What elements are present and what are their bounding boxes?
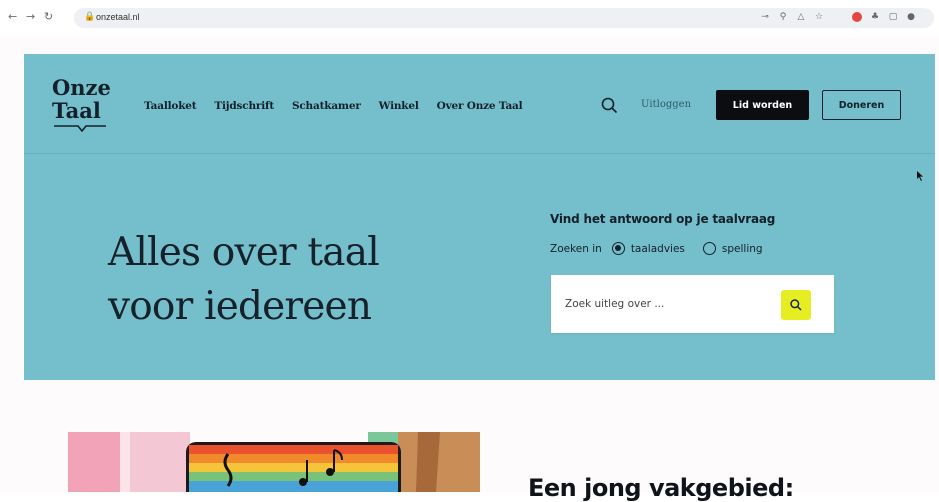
nav-winkel[interactable]: Winkel (379, 100, 419, 112)
puzzle-icon[interactable]: ♣ (870, 12, 880, 22)
radio-taaladvies[interactable] (611, 242, 625, 255)
share-icon[interactable]: △ (796, 12, 806, 22)
radio-spelling[interactable] (702, 242, 716, 255)
profile-icon[interactable]: ● (906, 12, 916, 22)
radio-taaladvies-label[interactable]: taaladvies (631, 243, 685, 255)
nav-schatkamer[interactable]: Schatkamer (292, 100, 361, 112)
zoom-icon[interactable]: ⚲ (778, 12, 788, 22)
logo-underline-icon (54, 125, 106, 132)
search-icon (790, 299, 802, 311)
member-button[interactable]: Lid worden (716, 90, 809, 120)
search-in-label: Zoeken in (550, 242, 602, 255)
reload-icon[interactable]: ↻ (44, 11, 53, 23)
search-scope: Zoeken in taaladvies spelling (550, 242, 781, 255)
nav-tijdschrift[interactable]: Tijdschrift (214, 100, 274, 112)
nav-over-onze-taal[interactable]: Over Onze Taal (437, 100, 523, 112)
lock-icon: 🔒 (84, 12, 96, 22)
logo-line-1: Onze (52, 75, 111, 100)
address-url: onzetaal.nl (96, 12, 140, 22)
site-logo[interactable]: Onze Taal (52, 76, 122, 142)
page: Onze Taal Taalloket Tijdschrift Schatkam… (0, 38, 939, 492)
main-nav: Taalloket Tijdschrift Schatkamer Winkel … (144, 100, 523, 112)
radio-spelling-label[interactable]: spelling (722, 243, 763, 255)
key-icon[interactable]: ⊸ (760, 12, 770, 22)
sidepanel-icon[interactable]: ▢ (888, 12, 898, 22)
article-title: Een jong vakgebied: (528, 474, 794, 502)
search-title: Vind het antwoord op je taalvraag (550, 212, 776, 226)
search-box (551, 275, 834, 333)
header-divider (24, 153, 935, 154)
back-icon[interactable]: ← (8, 11, 17, 23)
forward-icon[interactable]: → (26, 11, 35, 23)
headline-line-1: Alles over taal (108, 230, 380, 275)
search-submit-button[interactable] (781, 290, 811, 320)
logout-link[interactable]: Uitloggen (641, 99, 691, 110)
mouse-cursor-icon (917, 171, 923, 181)
search-input[interactable] (565, 293, 765, 315)
hero-section: Onze Taal Taalloket Tijdschrift Schatkam… (24, 54, 935, 380)
donate-button[interactable]: Doneren (822, 90, 901, 120)
nav-taalloket[interactable]: Taalloket (144, 100, 197, 112)
browser-toolbar: ← → ↻ 🔒 onzetaal.nl ⊸ ⚲ △ ☆ ♣ ▢ ● (0, 0, 939, 38)
extension-red-icon[interactable] (852, 12, 862, 22)
logo-line-2: Taal (52, 98, 101, 123)
article-illustration (68, 432, 480, 492)
bookmark-star-icon[interactable]: ☆ (814, 12, 824, 22)
hero-headline: Alles over taal voor iedereen (108, 226, 380, 334)
header-search-icon[interactable] (598, 94, 622, 118)
headline-line-2: voor iedereen (108, 284, 372, 329)
